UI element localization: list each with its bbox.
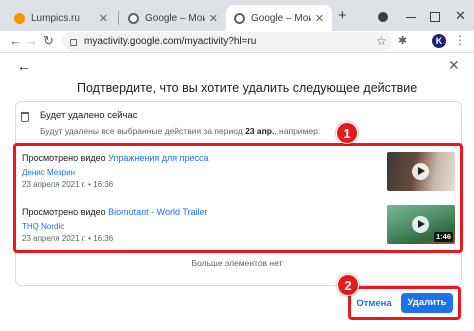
lock-icon [70,39,77,46]
bookmark-star-icon[interactable]: ☆ [376,34,387,48]
trash-icon [21,112,29,122]
info-title: Будет удалено сейчас [40,110,138,121]
tab-label: Google – Мои действия [145,12,205,24]
close-icon[interactable]: ✕ [448,57,460,74]
google-favicon-icon [128,12,139,24]
maximize-icon[interactable] [430,12,440,22]
avatar[interactable]: K [432,34,446,48]
url-text: myactivity.google.com/myactivity?hl=ru [84,36,257,47]
tab-separator [118,11,119,25]
step-badge-1: 1 [336,122,358,144]
browser-toolbar: ← → ↻ myactivity.google.com/myactivity?h… [0,31,474,53]
tab-label: Lumpics.ru [31,12,80,24]
close-tab-icon[interactable]: ✕ [99,12,108,25]
menu-kebab-icon[interactable]: ⋮ [454,33,466,47]
close-tab-icon[interactable]: ✕ [209,12,218,25]
info-text-prefix: Будут удалены все выбранные действия за … [40,126,246,136]
cancel-button[interactable]: Отмена [355,296,393,312]
step-badge-2: 2 [337,274,359,296]
close-tab-icon[interactable]: ✕ [315,12,324,25]
info-text-suffix: , например: [274,126,321,136]
tab-lumpics[interactable]: Lumpics.ru ✕ [6,5,116,31]
delete-button[interactable]: Удалить [401,293,453,313]
highlight-box-items [13,143,463,253]
address-bar[interactable]: myactivity.google.com/myactivity?hl=ru [62,32,392,51]
info-text-date: 23 апр. [245,126,275,136]
back-arrow-icon[interactable]: ← [17,58,31,74]
back-arrow-icon[interactable]: ← [9,33,22,49]
minimize-icon[interactable] [406,17,416,18]
no-more-items-text: Больше элементов нет [191,258,283,268]
info-section [15,101,462,143]
reload-icon[interactable]: ↻ [43,33,54,49]
tab-strip: Lumpics.ru ✕ Google – Мои действия ✕ Goo… [0,0,474,31]
info-text: Будут удалены все выбранные действия за … [40,126,320,136]
tab-my-activity-1[interactable]: Google – Мои действия ✕ [120,5,226,31]
tab-my-activity-2[interactable]: Google – Мои действия ✕ [226,5,332,31]
google-favicon-icon [234,12,245,24]
tab-label: Google – Мои действия [251,12,311,24]
new-tab-button[interactable]: + [338,8,347,23]
lumpics-favicon-icon [14,12,25,24]
extensions-icon[interactable]: ✱ [398,34,407,47]
window-close-icon[interactable]: ✕ [455,8,466,23]
profile-circle-icon[interactable] [378,12,388,22]
forward-arrow-icon[interactable]: → [25,33,38,49]
page-title: Подтвердите, что вы хотите удалить следу… [77,81,418,95]
